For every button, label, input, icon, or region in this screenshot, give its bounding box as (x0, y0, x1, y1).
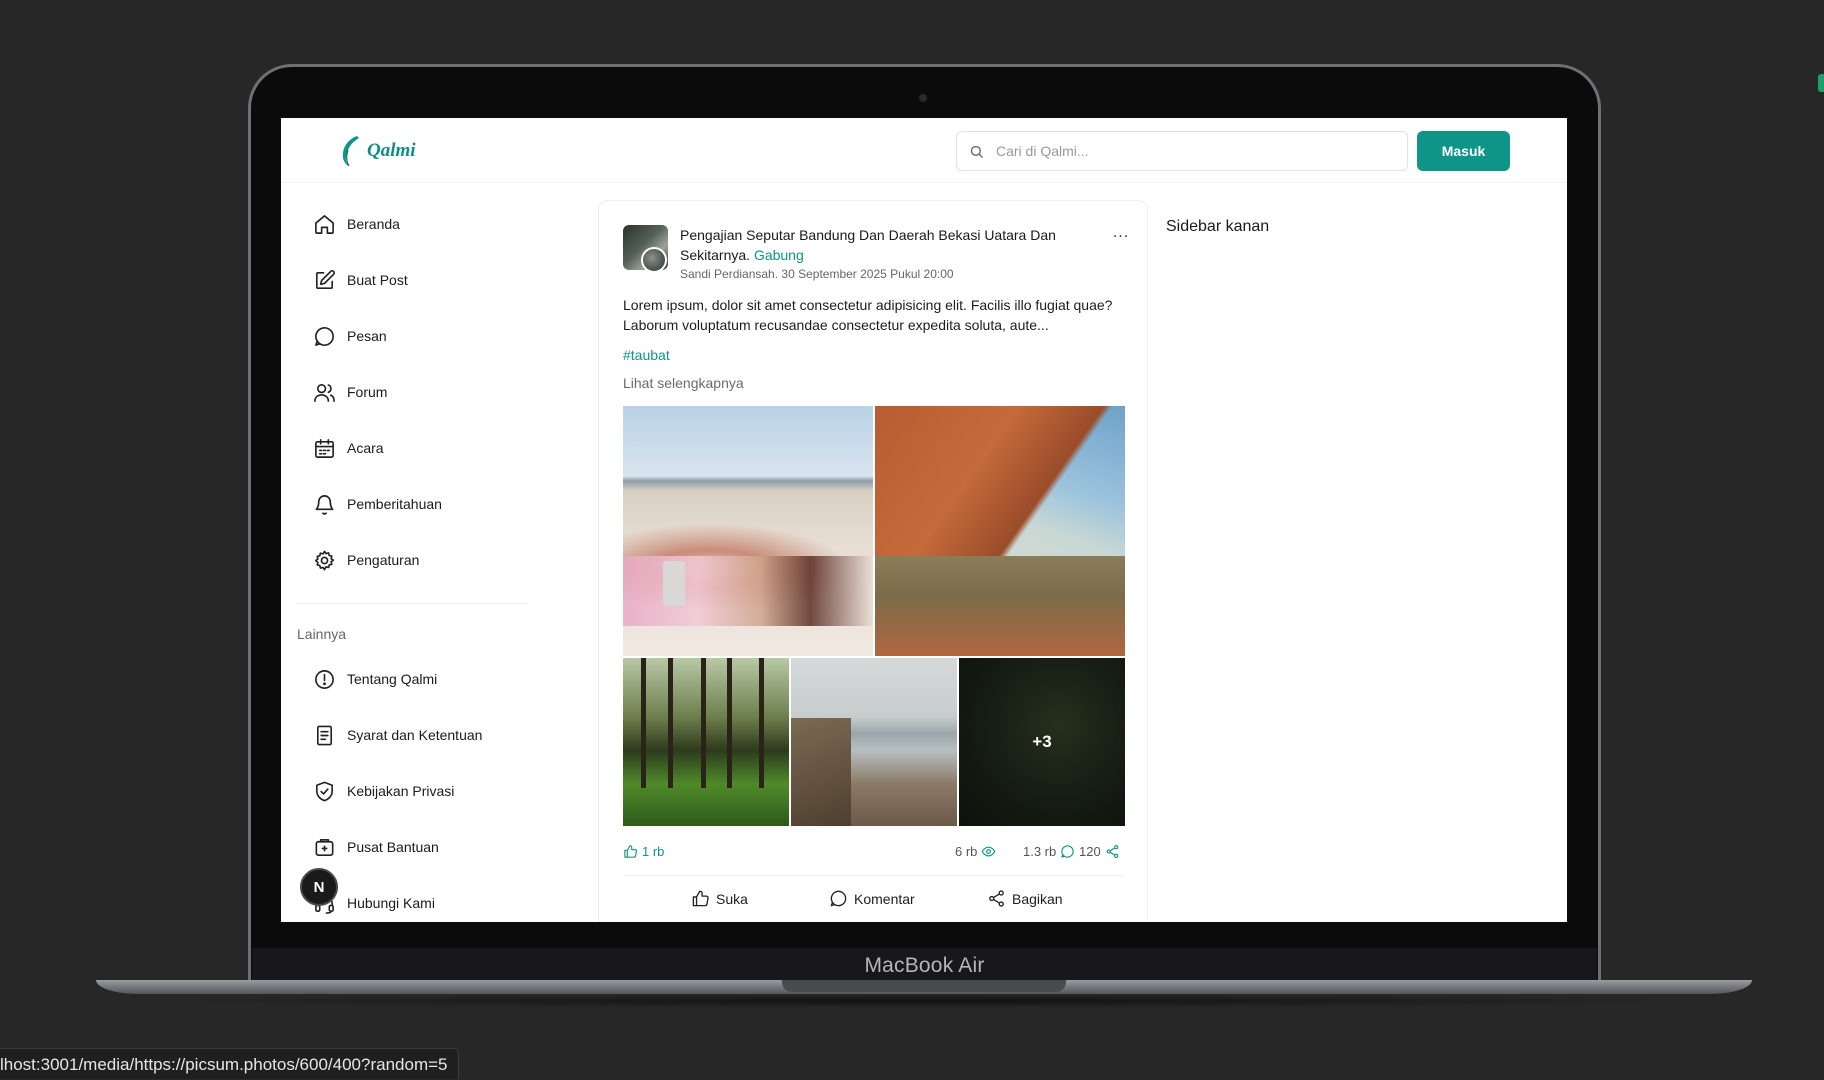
help-icon (315, 838, 334, 856)
post-meta: Sandi Perdiansah. 30 September 2025 Puku… (680, 267, 954, 281)
sidebar-item-bantuan[interactable]: Pusat Bantuan (297, 819, 529, 875)
sidebar-item-pengaturan[interactable]: Pengaturan (297, 532, 529, 588)
gallery-image-coast[interactable] (791, 658, 957, 826)
more-options-button[interactable]: ... (1109, 225, 1133, 247)
share-icon (989, 890, 1004, 907)
document-icon (316, 725, 333, 745)
sidebar-item-label: Kebijakan Privasi (347, 783, 455, 799)
sidebar-item-label: Acara (347, 440, 384, 456)
gallery-image-forest[interactable] (623, 658, 789, 826)
gallery-image-rock[interactable] (875, 406, 1125, 656)
app-name: Qalmi (367, 140, 416, 161)
post-date: 30 September 2025 Pukul 20:00 (781, 267, 954, 281)
sidebar-item-label: Tentang Qalmi (347, 671, 438, 687)
sidebar-item-privasi[interactable]: Kebijakan Privasi (297, 763, 529, 819)
sidebar-item-label: Pusat Bantuan (347, 839, 439, 855)
app-logo[interactable]: Qalmi (337, 134, 416, 168)
edit-icon (316, 269, 335, 289)
share-count[interactable]: 120 (1079, 844, 1120, 859)
post-body: Lorem ipsum, dolor sit amet consectetur … (623, 297, 1113, 333)
sidebar-item-acara[interactable]: Acara (297, 420, 529, 476)
dev-tools-badge[interactable]: N (300, 868, 338, 906)
gallery-image-beach[interactable] (623, 406, 873, 656)
users-icon (314, 383, 335, 402)
search-input[interactable] (994, 142, 1374, 160)
more-images-count: +3 (959, 658, 1125, 826)
webcam (919, 94, 927, 102)
app-screen: Qalmi Masuk Beranda Buat Post Pesan (281, 118, 1567, 922)
left-sidebar: Beranda Buat Post Pesan Forum Acara Pemb… (297, 183, 529, 922)
device-label: MacBook Air (864, 954, 985, 977)
sidebar-item-label: Pemberitahuan (347, 496, 442, 512)
laptop-chin: MacBook Air (252, 948, 1597, 984)
sidebar-item-label: Pesan (347, 328, 387, 344)
info-icon (315, 669, 334, 689)
sidebar-item-label: Pengaturan (347, 552, 420, 568)
calendar-icon (315, 438, 334, 458)
hashtag-link[interactable]: #taubat (623, 347, 670, 363)
comment-icon (1061, 845, 1074, 858)
share-icon (1106, 845, 1119, 858)
bell-icon (315, 494, 334, 515)
shield-icon (316, 781, 333, 801)
see-more-link[interactable]: Lihat selengkapnya (623, 375, 744, 391)
stats-divider (623, 875, 1125, 876)
sidebar-item-pesan[interactable]: Pesan (297, 308, 529, 364)
comment-icon (830, 890, 847, 907)
author-name[interactable]: Sandi Perdiansah. (680, 267, 778, 281)
laptop-shadow (130, 994, 1720, 1008)
login-button[interactable]: Masuk (1417, 131, 1510, 171)
thumbs-up-icon (624, 845, 637, 858)
eye-icon (982, 846, 996, 857)
thumbs-up-icon (692, 890, 709, 907)
join-link[interactable]: Gabung (754, 247, 804, 263)
post-stats: 1 rb 6 rb 1.3 rb 120 (623, 844, 1125, 862)
sidebar-item-forum[interactable]: Forum (297, 364, 529, 420)
post-card: Pengajian Seputar Bandung Dan Daerah Bek… (598, 200, 1148, 922)
search-bar[interactable] (956, 131, 1408, 171)
message-icon (315, 326, 334, 346)
sidebar-item-label: Buat Post (347, 272, 408, 288)
gear-icon (314, 550, 335, 570)
view-count: 6 rb (955, 844, 996, 859)
sidebar-item-label: Forum (347, 384, 388, 400)
main-nav: Beranda Buat Post Pesan Forum Acara Pemb… (297, 183, 529, 588)
sidebar-item-beranda[interactable]: Beranda (297, 196, 529, 252)
quill-logo-icon (342, 136, 359, 167)
edge-indicator (1818, 74, 1824, 92)
sidebar-item-label: Hubungi Kami (347, 895, 435, 911)
post-title-text: Pengajian Seputar Bandung Dan Daerah Bek… (680, 227, 1056, 263)
browser-status-url: lhost:3001/media/https://picsum.photos/6… (0, 1048, 459, 1079)
search-icon (970, 145, 983, 158)
sidebar-item-tentang[interactable]: Tentang Qalmi (297, 651, 529, 707)
like-button[interactable]: Suka (691, 889, 748, 908)
sidebar-item-label: Beranda (347, 216, 400, 232)
image-gallery: +3 (623, 406, 1125, 826)
share-button[interactable]: Bagikan (987, 889, 1063, 908)
top-bar: Qalmi Masuk (281, 118, 1567, 183)
sidebar-item-buat-post[interactable]: Buat Post (297, 252, 529, 308)
post-actions: Suka Komentar Bagikan (623, 889, 1125, 913)
post-title[interactable]: Pengajian Seputar Bandung Dan Daerah Bek… (680, 225, 1100, 265)
comment-count[interactable]: 1.3 rb (1023, 844, 1075, 859)
sidebar-item-syarat[interactable]: Syarat dan Ketentuan (297, 707, 529, 763)
like-count[interactable]: 1 rb (623, 844, 664, 859)
author-avatar[interactable] (641, 247, 667, 273)
laptop-notch (782, 980, 1066, 992)
comment-button[interactable]: Komentar (829, 889, 915, 908)
sidebar-item-pemberitahuan[interactable]: Pemberitahuan (297, 476, 529, 532)
sidebar-item-label: Syarat dan Ketentuan (347, 727, 483, 743)
home-icon (315, 214, 334, 234)
right-sidebar-title: Sidebar kanan (1166, 218, 1270, 235)
gallery-image-more[interactable]: +3 (959, 658, 1125, 826)
